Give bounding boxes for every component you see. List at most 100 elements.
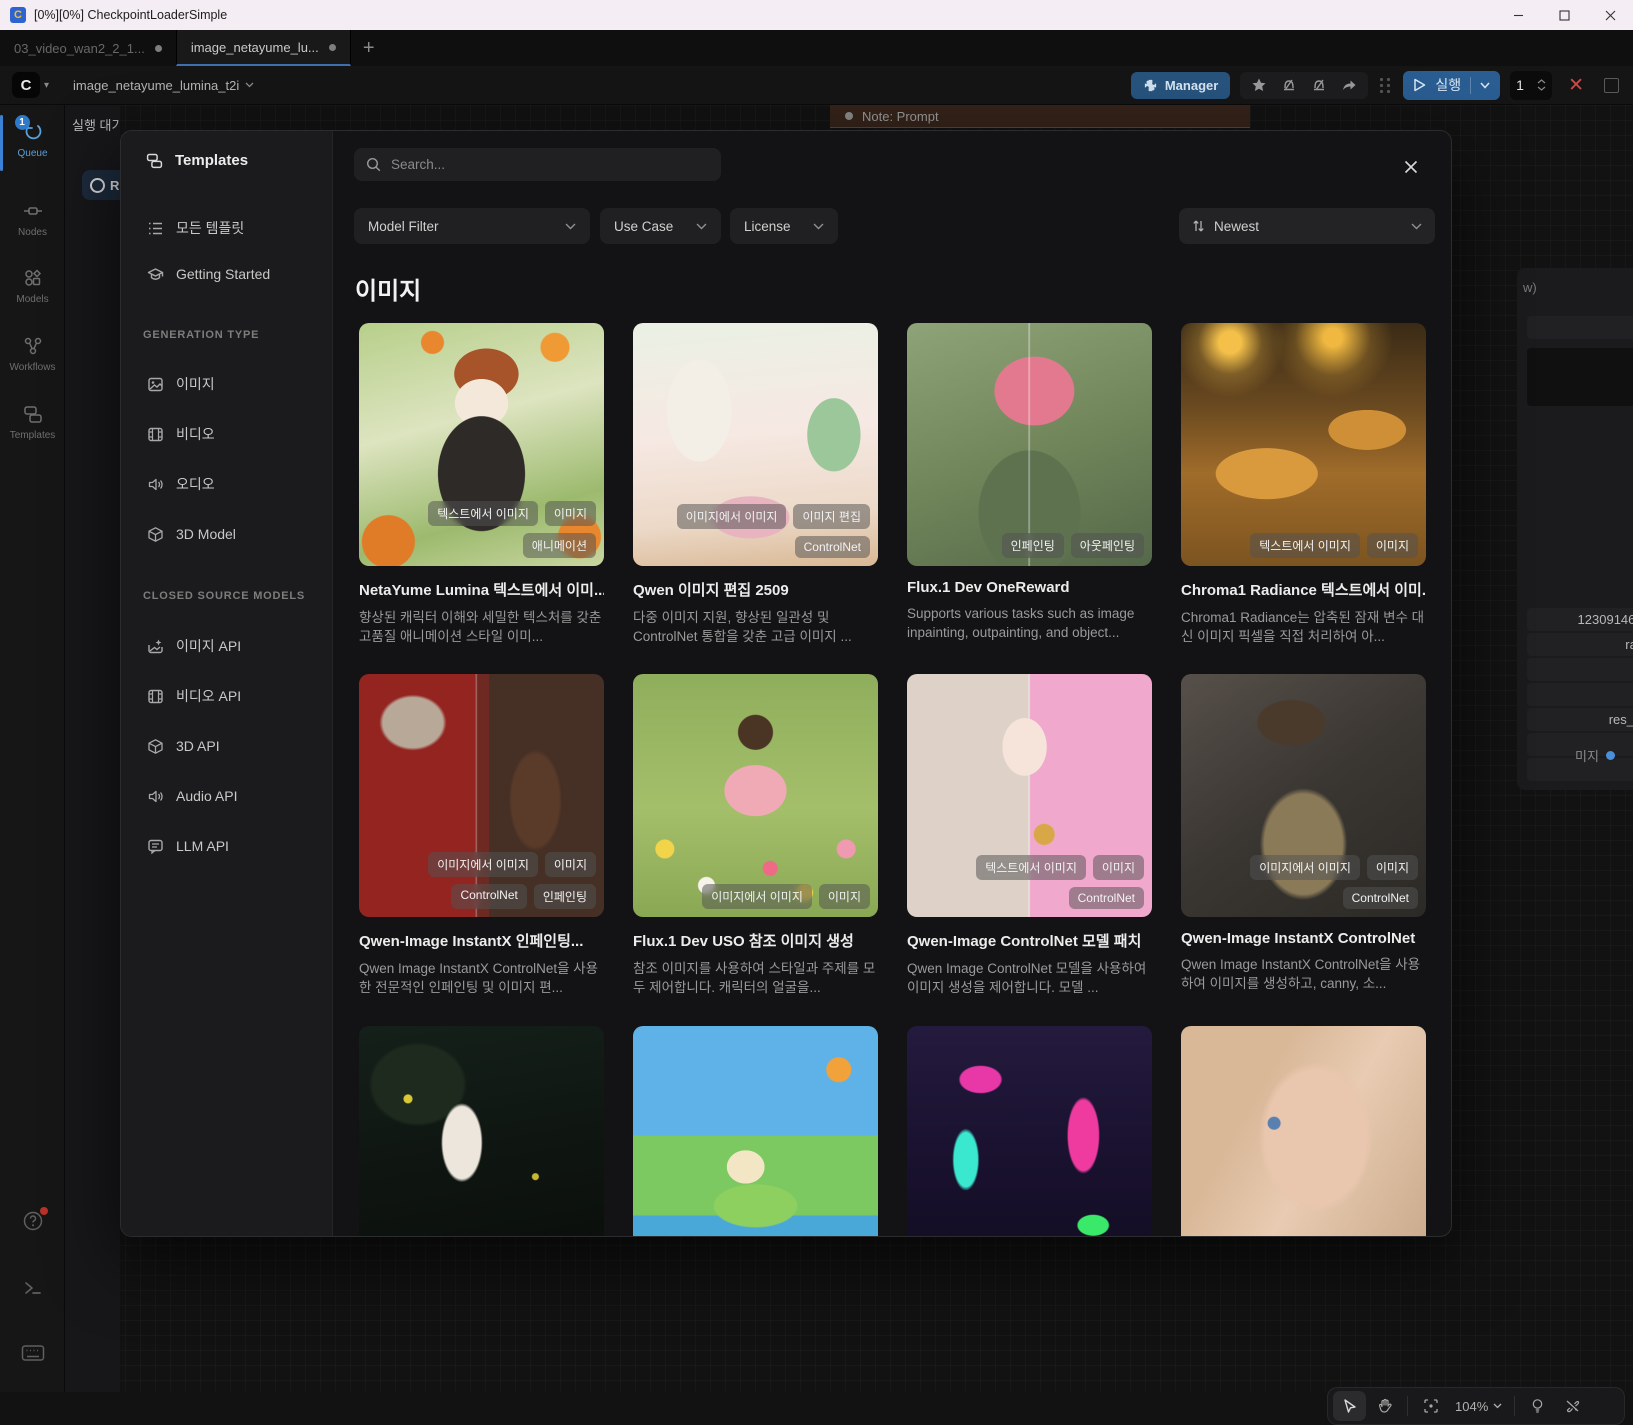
star-icon: [1251, 77, 1267, 93]
note-node-header[interactable]: Note: Prompt: [830, 105, 1250, 128]
comfyui-logo[interactable]: C: [12, 72, 40, 98]
nav-item-video[interactable]: 비디오: [137, 415, 319, 453]
minimize-button[interactable]: [1495, 0, 1541, 30]
card-badge: 애니메이션: [523, 533, 596, 558]
template-card[interactable]: 인페인팅아웃페인팅 Flux.1 Dev OneReward Supports …: [907, 323, 1152, 646]
sidebar-item-models[interactable]: Models: [0, 267, 65, 305]
maximize-button[interactable]: [1541, 0, 1587, 30]
share-button[interactable]: [1334, 72, 1364, 99]
steps-widget[interactable]: 30: [1527, 658, 1633, 681]
cursor-icon: [1342, 1398, 1358, 1414]
nav-item-llm-api[interactable]: LLM API: [137, 827, 319, 865]
nav-item-3d-api[interactable]: 3D API: [137, 727, 319, 765]
image-output-port[interactable]: 미지: [1575, 746, 1615, 765]
close-window-button[interactable]: [1587, 0, 1633, 30]
fit-view-button[interactable]: [1414, 1391, 1447, 1421]
sidebar-item-templates[interactable]: Templates: [0, 403, 65, 441]
cfg-widget[interactable]: 4.00: [1527, 316, 1633, 339]
workflow-name: image_netayume_lumina_t2i: [73, 78, 239, 93]
toggle-links-button[interactable]: [1556, 1391, 1589, 1421]
zoom-level-dropdown[interactable]: 104%: [1449, 1399, 1508, 1414]
favorite-button[interactable]: [1244, 72, 1274, 99]
sidebar-item-nodes[interactable]: Nodes: [0, 200, 65, 238]
nav-item-all-templates[interactable]: 모든 템플릿: [137, 209, 319, 247]
manager-button[interactable]: Manager: [1131, 72, 1230, 99]
template-card[interactable]: [907, 1026, 1152, 1237]
search-icon: [366, 157, 381, 172]
sidebar-item-workflows[interactable]: Workflows: [0, 335, 65, 373]
template-card[interactable]: 텍스트에서 이미지이미지애니메이션 NetaYume Lumina 텍스트에서 …: [359, 323, 604, 646]
help-button[interactable]: [0, 1210, 65, 1232]
template-card-image-dark-elf-white-hair: 텍스트에서 이미지이미지: [359, 1026, 604, 1237]
clear-queue-button[interactable]: ✕: [1562, 74, 1590, 97]
card-badge: 이미지: [1093, 855, 1144, 880]
chevron-down-icon[interactable]: [1480, 82, 1490, 89]
nav-item-image[interactable]: 이미지: [137, 365, 319, 403]
maximize-icon: [1559, 10, 1570, 21]
toggle-theme-button[interactable]: [1521, 1391, 1554, 1421]
close-dialog-button[interactable]: [1395, 151, 1427, 183]
unsaved-dot-icon[interactable]: [155, 45, 162, 52]
template-card[interactable]: [1181, 1026, 1426, 1237]
stop-button[interactable]: [1604, 78, 1619, 93]
note-node-collapse-dot[interactable]: [845, 112, 853, 120]
workflow-tab-video[interactable]: 03_video_wan2_2_1...: [0, 30, 176, 66]
template-card-image-pastel-interior-cat: 이미지에서 이미지이미지 편집ControlNet: [633, 323, 878, 566]
stepper-down-icon[interactable]: [1537, 86, 1546, 91]
sort-label: Newest: [1214, 219, 1259, 234]
sampler-widget[interactable]: res_multistep: [1527, 708, 1633, 731]
card-badge: 인페인팅: [1002, 533, 1064, 558]
model-filter-dropdown[interactable]: Model Filter: [354, 208, 590, 244]
nav-item-getting-started[interactable]: Getting Started: [137, 255, 319, 293]
sampler-node[interactable]: w) 4.00 잠재 데 123091464908692 randomize 3…: [1517, 268, 1633, 790]
sort-dropdown[interactable]: Newest: [1179, 208, 1435, 244]
chevron-down-icon[interactable]: ▾: [44, 80, 49, 91]
select-tool-button[interactable]: [1333, 1391, 1366, 1421]
queue-item[interactable]: R: [82, 170, 120, 200]
run-count-stepper[interactable]: 1: [1510, 71, 1552, 100]
use-case-dropdown[interactable]: Use Case: [600, 208, 721, 244]
unsaved-dot-icon[interactable]: [329, 44, 336, 51]
notification-alt-button[interactable]: [1304, 72, 1334, 99]
template-card-title: Qwen-Image InstantX ControlNet: [1181, 930, 1426, 947]
shortcuts-button[interactable]: [0, 1343, 65, 1363]
template-card[interactable]: 이미지에서 이미지이미지ControlNet인페인팅 Qwen-Image In…: [359, 674, 604, 997]
drag-handle[interactable]: [1380, 78, 1391, 93]
workflow-name-dropdown[interactable]: image_netayume_lumina_t2i: [73, 78, 254, 93]
card-badge: ControlNet: [1069, 887, 1144, 909]
cfg-value-widget[interactable]: 4.0: [1527, 683, 1633, 706]
output-port-dot[interactable]: [1606, 751, 1615, 760]
seed-widget[interactable]: 123091464908692: [1527, 608, 1633, 631]
license-dropdown[interactable]: License: [730, 208, 838, 244]
template-card[interactable]: 이미지에서 이미지이미지ControlNet Qwen-Image Instan…: [1181, 674, 1426, 997]
nav-item-audio-api[interactable]: Audio API: [137, 777, 319, 815]
chevron-down-icon: [1411, 223, 1422, 230]
template-card[interactable]: 이미지에서 이미지이미지 Flux.1 Dev USO 참조 이미지 생성 참조…: [633, 674, 878, 997]
nav-item-image-api[interactable]: 이미지 API: [137, 627, 319, 665]
sidebar-item-queue[interactable]: 1 Queue: [0, 121, 65, 159]
seed-control-widget[interactable]: randomize: [1527, 633, 1633, 656]
search-input[interactable]: [391, 157, 681, 172]
new-tab-button[interactable]: +: [351, 30, 387, 66]
run-button[interactable]: 실행: [1403, 71, 1500, 100]
card-badge: 이미지: [819, 884, 870, 909]
stepper-up-icon[interactable]: [1537, 79, 1546, 84]
nav-item-3d-model[interactable]: 3D Model: [137, 515, 319, 553]
toolbar-divider: [1514, 1396, 1515, 1416]
workflow-tab-image[interactable]: image_netayume_lu...: [176, 30, 351, 66]
notification-button[interactable]: [1274, 72, 1304, 99]
terminal-button[interactable]: [0, 1277, 65, 1299]
template-card[interactable]: [633, 1026, 878, 1237]
pan-tool-button[interactable]: [1368, 1391, 1401, 1421]
template-card[interactable]: 이미지에서 이미지이미지 편집ControlNet Qwen 이미지 편집 25…: [633, 323, 878, 646]
template-card-title: NetaYume Lumina 텍스트에서 이미...: [359, 579, 604, 600]
nav-item-video-api[interactable]: 비디오 API: [137, 677, 319, 715]
card-badge: 이미지: [545, 1236, 596, 1237]
template-card[interactable]: 텍스트에서 이미지이미지 Chroma1 Radiance 텍스트에서 이미..…: [1181, 323, 1426, 646]
template-search[interactable]: [354, 148, 721, 181]
template-card[interactable]: 텍스트에서 이미지이미지: [359, 1026, 604, 1237]
card-badge: 이미지: [545, 501, 596, 526]
nav-item-audio[interactable]: 오디오: [137, 465, 319, 503]
template-card[interactable]: 텍스트에서 이미지이미지ControlNet Qwen-Image Contro…: [907, 674, 1152, 997]
latent-preview: [1527, 348, 1633, 406]
